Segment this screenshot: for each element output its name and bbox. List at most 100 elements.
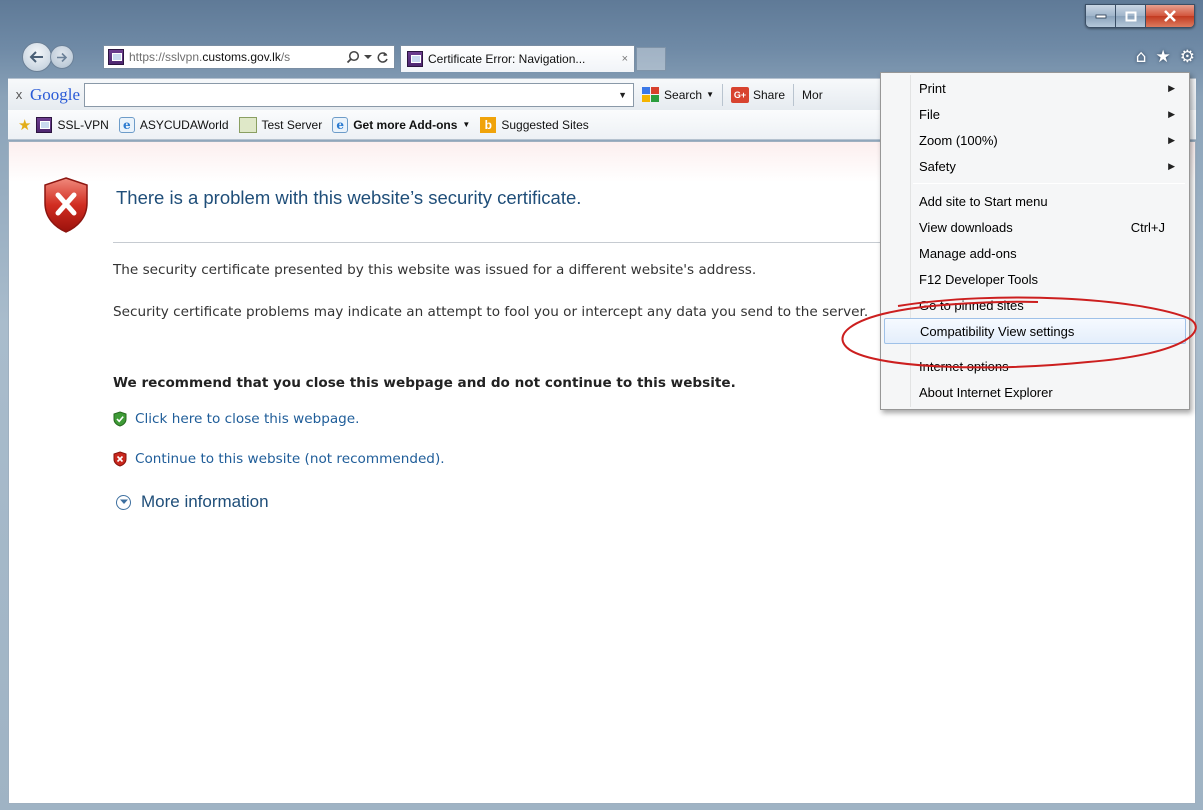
- tab-title: Certificate Error: Navigation...: [428, 52, 586, 66]
- menu-item-shortcut: Ctrl+J: [1130, 219, 1165, 235]
- minimize-button[interactable]: [1086, 5, 1116, 27]
- ie-window: https://sslvpn.customs.gov.lk/s Certific…: [0, 0, 1203, 810]
- error-warning: Security certificate problems may indica…: [113, 304, 869, 320]
- tools-gear-icon[interactable]: ⚙: [1180, 48, 1195, 66]
- toolbar-divider: [793, 83, 795, 106]
- google-search-label: Search: [664, 87, 703, 102]
- more-information-label: More information: [141, 492, 269, 511]
- close-webpage-link[interactable]: Click here to close this webpage.: [113, 411, 359, 427]
- back-button[interactable]: [22, 42, 52, 72]
- google-share-button[interactable]: G+ Share: [731, 86, 786, 103]
- favorite-label: Test Server: [261, 117, 323, 132]
- google-more-button[interactable]: Mor: [802, 88, 823, 102]
- chevron-down-icon[interactable]: ▼: [706, 90, 714, 99]
- favorite-label: SSL-VPN: [57, 117, 109, 132]
- home-icon[interactable]: ⌂: [1136, 48, 1147, 66]
- error-description: The security certificate presented by th…: [113, 262, 757, 278]
- command-icons: ⌂ ★ ⚙: [1136, 48, 1195, 66]
- google-share-label: Share: [753, 87, 786, 102]
- new-tab-button[interactable]: [636, 47, 666, 71]
- menu-separator: [913, 183, 1185, 184]
- maximize-button[interactable]: [1116, 5, 1146, 27]
- favorite-label: Suggested Sites: [501, 117, 589, 132]
- menu-item-label: Print: [919, 80, 946, 96]
- tab-certificate-error[interactable]: Certificate Error: Navigation... ×: [400, 45, 635, 72]
- submenu-arrow-icon: ▶: [1168, 82, 1175, 93]
- menu-item-label: Manage add-ons: [919, 245, 1017, 261]
- tab-favicon: [407, 51, 423, 67]
- page-title: There is a problem with this website’s s…: [116, 187, 582, 208]
- address-url: https://sslvpn.customs.gov.lk/s: [129, 50, 290, 64]
- menu-item-label: View downloads: [919, 219, 1013, 235]
- favorite-get-more-addons[interactable]: e Get more Add-ons ▼: [332, 116, 470, 133]
- submenu-arrow-icon: ▶: [1168, 108, 1175, 119]
- submenu-arrow-icon: ▶: [1168, 160, 1175, 171]
- tab-close-button[interactable]: ×: [622, 53, 628, 65]
- menu-item-add-to-start[interactable]: Add site to Start menu: [881, 188, 1189, 214]
- green-shield-icon: [113, 411, 127, 427]
- menu-item-manage-addons[interactable]: Manage add-ons: [881, 240, 1189, 266]
- url-suffix: /s: [280, 50, 291, 64]
- google-logo: Google: [30, 85, 80, 105]
- maximize-icon: [1125, 11, 1136, 21]
- minimize-icon: [1095, 14, 1106, 19]
- chevron-down-icon[interactable]: ▼: [462, 120, 470, 129]
- favorites-star-icon[interactable]: ★: [1156, 48, 1171, 66]
- add-to-favorites-icon[interactable]: ★: [18, 116, 31, 134]
- continue-website-link[interactable]: Continue to this website (not recommende…: [113, 451, 445, 467]
- favorite-sslvpn[interactable]: SSL-VPN: [36, 116, 109, 133]
- menu-item-print[interactable]: Print ▶: [881, 75, 1189, 101]
- menu-item-zoom[interactable]: Zoom (100%) ▶: [881, 127, 1189, 153]
- continue-website-link-text[interactable]: Continue to this website (not recommende…: [135, 451, 445, 467]
- menu-item-file[interactable]: File ▶: [881, 101, 1189, 127]
- menu-item-f12-tools[interactable]: F12 Developer Tools: [881, 266, 1189, 292]
- red-shield-icon: [113, 451, 127, 467]
- menu-item-label: F12 Developer Tools: [919, 271, 1038, 287]
- google-search-icon: [642, 86, 660, 103]
- menu-item-safety[interactable]: Safety ▶: [881, 153, 1189, 179]
- search-icon[interactable]: [346, 50, 360, 64]
- close-webpage-link-text[interactable]: Click here to close this webpage.: [135, 411, 359, 427]
- ie-page-icon: e: [118, 116, 135, 133]
- favorite-label: Get more Add-ons: [353, 117, 458, 132]
- favorite-label: ASYCUDAWorld: [139, 117, 229, 132]
- menu-item-label: About Internet Explorer: [919, 384, 1053, 400]
- menu-item-label: Add site to Start menu: [919, 193, 1048, 209]
- close-window-button[interactable]: [1146, 5, 1194, 27]
- address-actions: [346, 50, 394, 64]
- more-information-toggle[interactable]: More information: [116, 492, 269, 512]
- annotation-ellipse: [841, 296, 1197, 369]
- google-search-input[interactable]: ▼: [84, 82, 635, 107]
- chevron-down-icon[interactable]: [364, 54, 372, 60]
- navigation-bar: https://sslvpn.customs.gov.lk/s Certific…: [0, 40, 1203, 74]
- menu-item-label: Safety: [919, 158, 956, 174]
- google-more-label: Mor: [802, 87, 823, 102]
- favorite-test-server[interactable]: Test Server: [238, 116, 323, 133]
- recommendation-text: We recommend that you close this webpage…: [113, 375, 736, 391]
- forward-arrow-icon: [57, 52, 68, 62]
- menu-item-about-ie[interactable]: About Internet Explorer: [881, 379, 1189, 405]
- address-bar[interactable]: https://sslvpn.customs.gov.lk/s: [103, 45, 395, 69]
- ie-page-icon: e: [332, 116, 349, 133]
- sslvpn-favicon: [36, 116, 53, 133]
- sslvpn-favicon: [108, 49, 124, 65]
- url-domain: customs.gov.lk: [202, 50, 281, 64]
- titlebar: [0, 0, 1203, 40]
- refresh-icon[interactable]: [376, 51, 389, 64]
- forward-button[interactable]: [50, 45, 74, 69]
- window-controls: [1085, 4, 1195, 28]
- url-prefix: https://sslvpn.: [129, 50, 203, 64]
- favorite-suggested-sites[interactable]: b Suggested Sites: [480, 116, 589, 133]
- chevron-down-icon[interactable]: ▼: [618, 90, 627, 100]
- shield-error-icon: [44, 177, 88, 233]
- google-logo-text: Google: [30, 84, 81, 104]
- share-icon: G+: [731, 86, 749, 103]
- back-arrow-icon: [29, 51, 43, 63]
- menu-item-view-downloads[interactable]: View downloads Ctrl+J: [881, 214, 1189, 240]
- google-search-button[interactable]: Search ▼: [642, 86, 714, 103]
- google-toolbar-close-button[interactable]: x: [8, 87, 30, 102]
- favorite-asycudaworld[interactable]: e ASYCUDAWorld: [118, 116, 229, 133]
- close-icon: [1164, 10, 1176, 22]
- menu-item-label: File: [919, 106, 940, 122]
- bing-icon: b: [480, 116, 497, 133]
